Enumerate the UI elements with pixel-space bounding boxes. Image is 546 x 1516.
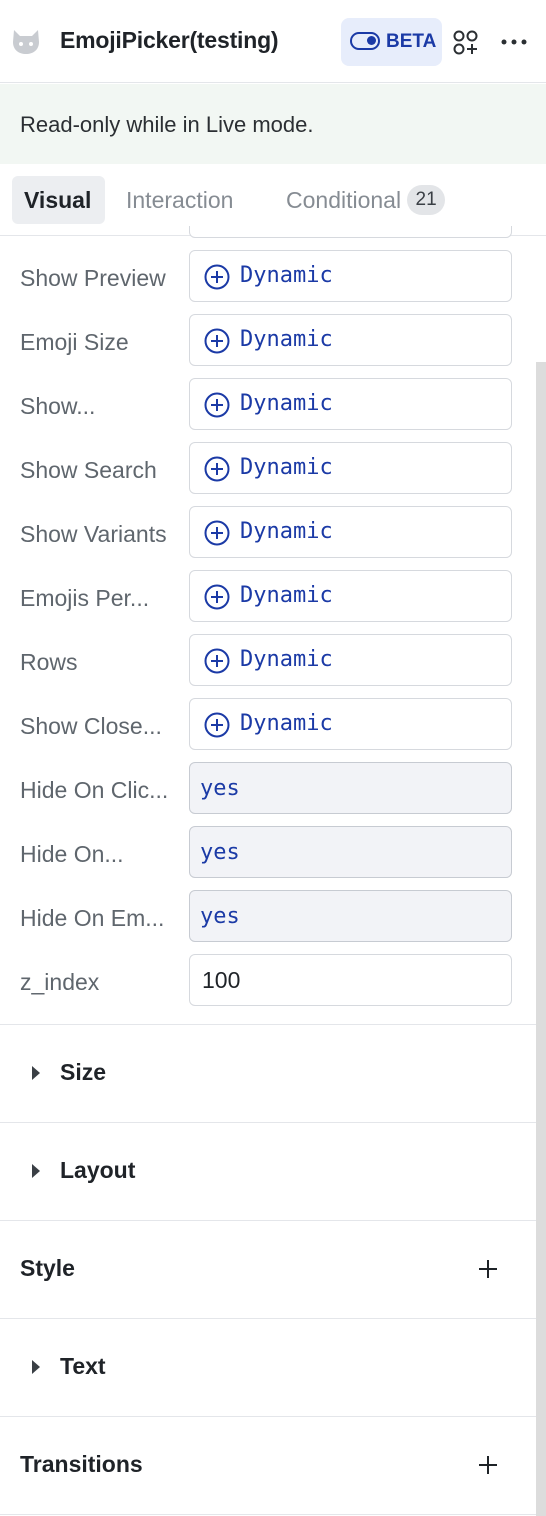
property-row: Emoji Size Dynamic [0, 314, 536, 378]
property-row: Emojis Per... Dynamic [0, 570, 536, 634]
tab-interaction[interactable]: Interaction [114, 176, 245, 224]
property-row: Show Variants Dynamic [0, 506, 536, 570]
plus-circle-icon [204, 712, 230, 738]
more-horizontal-icon[interactable] [500, 30, 528, 54]
tab-conditional-label: Conditional [286, 187, 402, 213]
section-layout[interactable]: Layout [0, 1122, 536, 1220]
static-value-field[interactable]: yes [189, 826, 512, 878]
field-value: yes [200, 776, 240, 801]
section-title: Text [60, 1353, 106, 1379]
dynamic-value-field[interactable]: Dynamic [189, 378, 512, 430]
plus-circle-icon [204, 264, 230, 290]
property-row: z_index 100 [0, 954, 536, 1018]
field-value: yes [200, 904, 240, 929]
dynamic-label: Dynamic [240, 583, 333, 608]
cat-icon [13, 30, 39, 54]
plus-icon[interactable] [476, 1257, 500, 1281]
dynamic-label: Dynamic [240, 391, 333, 416]
property-label: z_index [20, 969, 100, 995]
notice-text: Read-only while in Live mode. [20, 112, 314, 137]
dynamic-value-field[interactable]: Dynamic [189, 634, 512, 686]
dynamic-label: Dynamic [240, 647, 333, 672]
section-text[interactable]: Text [0, 1318, 536, 1416]
property-row: Show Search Dynamic [0, 442, 536, 506]
divider [0, 1514, 536, 1515]
live-mode-notice: Read-only while in Live mode. [0, 84, 546, 164]
dynamic-label: Dynamic [240, 327, 333, 352]
plus-circle-icon [204, 392, 230, 418]
section-transitions[interactable]: Transitions [0, 1416, 536, 1514]
plus-circle-icon [204, 456, 230, 482]
dynamic-label: Dynamic [240, 519, 333, 544]
dynamic-value-field[interactable]: Dynamic [189, 442, 512, 494]
static-value-field[interactable]: yes [189, 890, 512, 942]
tab-visual[interactable]: Visual [12, 176, 105, 224]
property-row: Hide On Em... yes [0, 890, 536, 954]
property-label: Hide On Em... [20, 905, 165, 931]
dynamic-value-field[interactable]: Dynamic [189, 570, 512, 622]
property-label: Emojis Per... [20, 585, 150, 611]
dynamic-value-field[interactable]: Dynamic [189, 506, 512, 558]
tab-conditional[interactable]: Conditional 21 [274, 176, 457, 224]
plus-circle-icon [204, 584, 230, 610]
section-size[interactable]: Size [0, 1024, 536, 1122]
conditional-count-badge: 21 [407, 185, 446, 215]
property-row: Show... Dynamic [0, 378, 536, 442]
clipped-field [189, 226, 512, 238]
plus-icon[interactable] [476, 1453, 500, 1477]
caret-right-icon [32, 1164, 40, 1178]
section-title: Size [60, 1059, 107, 1085]
property-label: Show Variants [20, 521, 167, 547]
property-label: Rows [20, 649, 78, 675]
plus-circle-icon [204, 648, 230, 674]
property-label: Hide On... [20, 841, 124, 867]
dynamic-value-field[interactable]: Dynamic [189, 698, 512, 750]
property-row: Rows Dynamic [0, 634, 536, 698]
component-title: EmojiPicker(testing) [60, 27, 279, 53]
field-value: yes [200, 840, 240, 865]
caret-right-icon [32, 1360, 40, 1374]
field-value: 100 [202, 967, 241, 993]
toggle-icon [350, 32, 380, 50]
property-row: Show Preview Dynamic [0, 250, 536, 314]
dynamic-value-field[interactable]: Dynamic [189, 314, 512, 366]
number-input[interactable]: 100 [189, 954, 512, 1006]
section-style[interactable]: Style [0, 1220, 536, 1318]
property-label: Emoji Size [20, 329, 129, 355]
scrollbar[interactable] [536, 362, 546, 1516]
property-label: Show Close... [20, 713, 162, 739]
beta-label: BETA [386, 31, 437, 52]
beta-toggle-button[interactable]: BETA [341, 18, 442, 66]
apps-add-icon[interactable] [453, 30, 479, 56]
caret-right-icon [32, 1066, 40, 1080]
section-title: Style [20, 1255, 75, 1281]
property-row: Show Close... Dynamic [0, 698, 536, 762]
property-row: Hide On... yes [0, 826, 536, 890]
property-label: Show Preview [20, 265, 166, 291]
static-value-field[interactable]: yes [189, 762, 512, 814]
property-label: Show Search [20, 457, 157, 483]
property-row: Hide On Clic... yes [0, 762, 536, 826]
dynamic-label: Dynamic [240, 263, 333, 288]
section-title: Transitions [20, 1451, 143, 1477]
panel-header: EmojiPicker(testing) BETA [0, 0, 546, 83]
dynamic-label: Dynamic [240, 455, 333, 480]
plus-circle-icon [204, 520, 230, 546]
property-label: Hide On Clic... [20, 777, 169, 803]
property-label: Show... [20, 393, 96, 419]
dynamic-label: Dynamic [240, 711, 333, 736]
plus-circle-icon [204, 328, 230, 354]
section-title: Layout [60, 1157, 136, 1183]
dynamic-value-field[interactable]: Dynamic [189, 250, 512, 302]
